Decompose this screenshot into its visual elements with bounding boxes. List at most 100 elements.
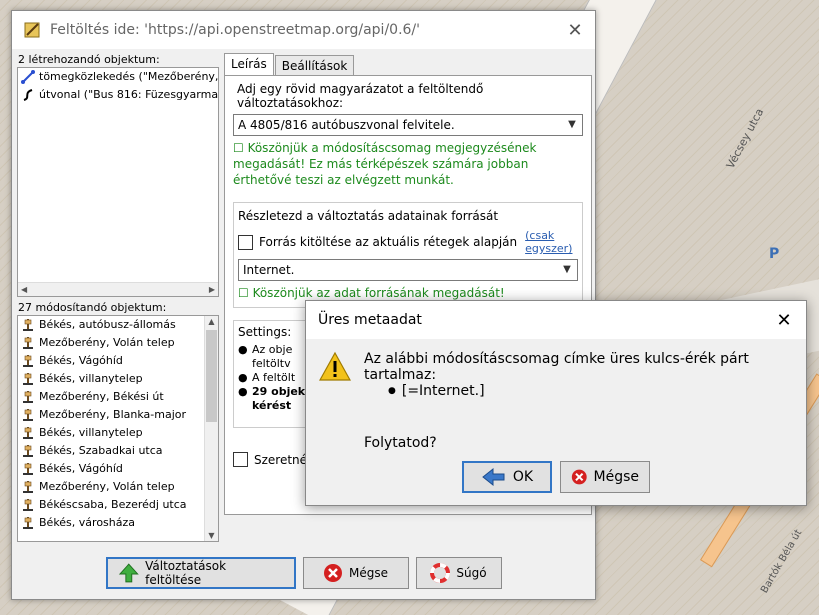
lifebuoy-icon <box>430 563 451 583</box>
list-item[interactable]: Békés, villanytelep <box>18 370 218 388</box>
source-value: Internet. <box>243 263 295 277</box>
source-thanks-message: ☐ Köszönjük az adat forrásának megadását… <box>238 286 505 300</box>
dialog-tag-item: ● [=Internet.] <box>388 383 485 399</box>
relation-icon <box>21 70 35 84</box>
comment-label: Adj egy rövid magyarázatot a feltöltendő… <box>237 82 484 110</box>
source-from-layers-checkbox[interactable] <box>238 234 253 250</box>
list-item-label: Mezőberény, Békési út <box>39 390 164 403</box>
list-item-label: Békés, Szabadkai utca <box>39 444 163 457</box>
bus-stop-icon <box>23 409 33 421</box>
bus-stop-icon <box>23 463 33 475</box>
route-icon <box>23 89 33 101</box>
list-item-label: Mezőberény, Volán telep <box>39 336 175 349</box>
tab-description[interactable]: Leírás <box>224 53 274 75</box>
list-item[interactable]: Békés, városháza <box>18 514 218 532</box>
bus-stop-icon <box>23 373 33 385</box>
dialog-question: Folytatod? <box>364 435 437 451</box>
vertical-scrollbar[interactable]: ▲ ▼ <box>204 316 218 541</box>
source-combobox[interactable]: Internet. ▼ <box>238 259 578 281</box>
list-item-label: Békés, autóbusz-állomás <box>39 318 176 331</box>
street-label: Bartók Béla út <box>759 527 805 596</box>
bullet-icon: ● <box>388 386 396 396</box>
parking-label: P <box>769 246 780 262</box>
created-list[interactable]: tömegközlekedés ("Mezőberény, Volá útvon… <box>17 67 219 297</box>
cancel-icon <box>571 469 587 485</box>
list-item[interactable]: Békés, Vágóhíd <box>18 460 218 478</box>
list-item[interactable]: Békés, Vágóhíd <box>18 352 218 370</box>
window-close-button[interactable]: ✕ <box>555 20 595 41</box>
list-item-label: Mezőberény, Volán telep <box>39 480 175 493</box>
upload-arrow-icon <box>118 563 139 583</box>
settings-text: 29 objek <box>252 385 306 398</box>
empty-metadata-dialog: Üres metaadat ✕ Az alábbi módosításcsoma… <box>305 300 807 506</box>
bottom-checkbox[interactable] <box>233 452 248 467</box>
help-button[interactable]: Súgó <box>415 557 502 589</box>
source-from-layers-label: Forrás kitöltése az aktuális rétegek ala… <box>259 235 518 249</box>
street-label: Vécsey utca <box>723 106 767 171</box>
dialog-tag-text: [=Internet.] <box>401 383 485 399</box>
bus-stop-icon <box>23 391 33 403</box>
list-item[interactable]: Békéscsaba, Bezerédj utca <box>18 496 218 514</box>
chevron-down-icon[interactable]: ▼ <box>564 115 580 135</box>
scroll-left-icon[interactable]: ◀ <box>21 285 27 294</box>
dialog-title: Üres metaadat <box>318 312 422 328</box>
list-item-label: Mezőberény, Blanka-major <box>39 408 187 421</box>
list-item-label: Békés, Vágóhíd <box>39 462 123 475</box>
list-item[interactable]: útvonal ("Bus 816: Füzesgyarmat, vá <box>18 86 218 104</box>
list-item[interactable]: Békés, villanytelep <box>18 424 218 442</box>
bus-stop-icon <box>23 499 33 511</box>
cancel-button[interactable]: Mégse <box>302 557 409 589</box>
list-item[interactable]: tömegközlekedés ("Mezőberény, Volá <box>18 68 218 86</box>
source-from-layers-row: Forrás kitöltése az aktuális rétegek ala… <box>238 229 578 255</box>
once-link-line2[interactable]: egyszer) <box>525 242 572 255</box>
josm-app-icon <box>24 22 40 38</box>
modified-label: 27 módosítandó objektum: <box>18 301 167 314</box>
list-item-label: Békés, városháza <box>39 516 136 529</box>
list-item-label: tömegközlekedés ("Mezőberény, Volá <box>39 70 219 83</box>
ok-arrow-icon <box>482 467 505 487</box>
dialog-message: Az alábbi módosításcsomag címke üres kul… <box>364 351 749 383</box>
window-title: Feltöltés ide: 'https://api.openstreetma… <box>50 22 420 38</box>
list-item[interactable]: Mezőberény, Blanka-major <box>18 406 218 424</box>
modified-list[interactable]: Békés, autóbusz-állomás Mezőberény, Volán… <box>17 315 219 542</box>
list-item[interactable]: Mezőberény, Volán telep <box>18 478 218 496</box>
horizontal-scrollbar[interactable]: ◀ ▶ <box>18 282 218 296</box>
bus-stop-icon <box>23 427 33 439</box>
list-item[interactable]: Mezőberény, Volán telep <box>18 334 218 352</box>
dialog-titlebar: Üres metaadat ✕ <box>306 301 806 339</box>
list-item-label: Békés, villanytelep <box>39 426 143 439</box>
object-lists: 2 létrehozandó objektum: tömegközlekedés… <box>17 53 219 542</box>
dialog-close-button[interactable]: ✕ <box>762 310 806 331</box>
chevron-down-icon[interactable]: ▼ <box>559 260 575 280</box>
once-link-line1[interactable]: (csak <box>525 229 572 242</box>
bus-stop-icon <box>23 445 33 457</box>
scroll-up-icon[interactable]: ▲ <box>205 317 218 326</box>
window-titlebar: Feltöltés ide: 'https://api.openstreetma… <box>12 11 595 49</box>
dialog-buttons: OK Mégse <box>462 461 650 493</box>
tab-settings[interactable]: Beállítások <box>274 55 355 75</box>
settings-text: A feltölt <box>252 371 296 384</box>
once-link[interactable]: (csak egyszer) <box>525 229 572 255</box>
comment-thanks-message: ☐ Köszönjük a módosításcsomag megjegyzés… <box>233 141 537 187</box>
settings-text: feltöltv <box>252 357 291 370</box>
dialog-ok-label: OK <box>512 469 534 485</box>
list-item[interactable]: Békés, Szabadkai utca <box>18 442 218 460</box>
list-item[interactable]: Mezőberény, Békési út <box>18 388 218 406</box>
upload-changes-button[interactable]: Változtatások feltöltése <box>105 557 296 589</box>
dialog-ok-button[interactable]: OK <box>462 461 552 493</box>
scroll-right-icon[interactable]: ▶ <box>209 285 215 294</box>
source-group: Részletezd a változtatás adatainak forrá… <box>233 202 583 308</box>
bus-stop-icon <box>23 319 33 331</box>
source-group-title: Részletezd a változtatás adatainak forrá… <box>238 209 499 223</box>
warning-icon <box>319 351 351 381</box>
scroll-down-icon[interactable]: ▼ <box>205 531 218 540</box>
scrollbar-thumb[interactable] <box>206 330 217 422</box>
list-item-label: Békés, villanytelep <box>39 372 143 385</box>
comment-combobox[interactable]: A 4805/816 autóbuszvonal felvitele. ▼ <box>233 114 583 136</box>
list-item-label: Békés, Vágóhíd <box>39 354 123 367</box>
dialog-cancel-button[interactable]: Mégse <box>560 461 650 493</box>
bus-stop-icon <box>23 355 33 367</box>
list-item[interactable]: Békés, autóbusz-állomás <box>18 316 218 334</box>
list-item-label: Békéscsaba, Bezerédj utca <box>39 498 187 511</box>
bus-stop-icon <box>23 337 33 349</box>
